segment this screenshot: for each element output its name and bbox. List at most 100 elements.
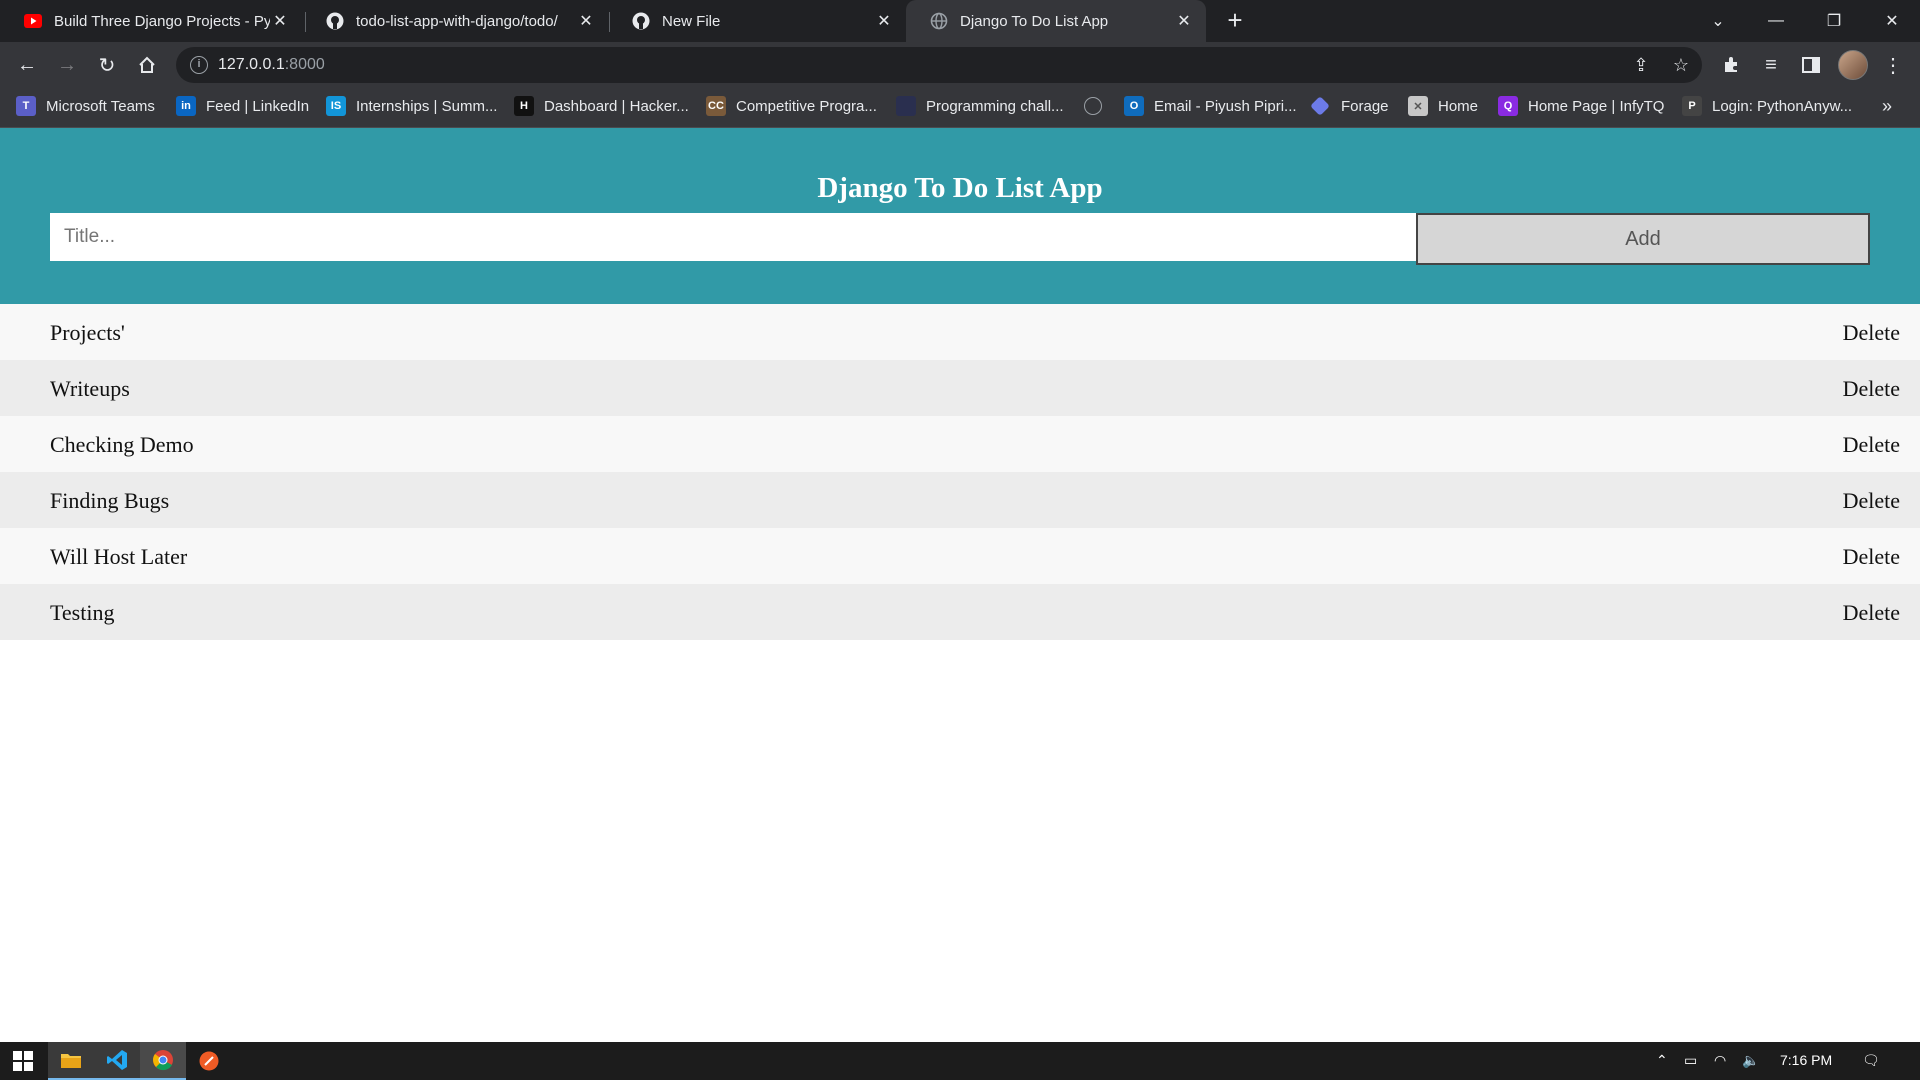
tab-github-todo[interactable]: todo-list-app-with-django/todo/ ✕ — [302, 0, 608, 42]
infytq-icon: Q — [1498, 96, 1518, 116]
delete-link[interactable]: Delete — [1843, 432, 1900, 458]
outlook-icon: O — [1124, 96, 1144, 116]
extensions-icon[interactable] — [1716, 50, 1746, 80]
bookmark-pythonanywhere[interactable]: P Login: PythonAnyw... — [1682, 88, 1852, 124]
todo-item: Projects' Delete — [0, 304, 1920, 360]
browser-toolbar: ← → ↻ i 127.0.0.1:8000 ⇪ ☆ ≡ ⋮ — [0, 42, 1920, 88]
site-info-icon[interactable]: i — [190, 56, 208, 74]
bookmark-label: Internships | Summ... — [356, 97, 498, 115]
tab-django-todo[interactable]: Django To Do List App ✕ — [906, 0, 1206, 42]
bookmark-label: Email - Piyush Pipri... — [1154, 97, 1297, 115]
bookmark-microsoft-teams[interactable]: T Microsoft Teams — [16, 88, 155, 124]
bookmark-forage[interactable]: Forage — [1310, 88, 1389, 124]
tab-close-icon[interactable]: ✕ — [576, 11, 596, 31]
file-explorer-icon[interactable] — [48, 1042, 94, 1080]
wifi-icon[interactable]: ◠ — [1714, 1052, 1726, 1069]
teams-icon: T — [16, 96, 36, 116]
todo-item: Finding Bugs Delete — [0, 472, 1920, 528]
delete-link[interactable]: Delete — [1843, 544, 1900, 570]
title-input[interactable] — [50, 213, 1416, 261]
delete-link[interactable]: Delete — [1843, 488, 1900, 514]
forward-icon[interactable]: → — [52, 50, 82, 80]
bookmark-outlook[interactable]: O Email - Piyush Pipri... — [1124, 88, 1297, 124]
tab-close-icon[interactable]: ✕ — [270, 11, 290, 31]
tab-strip: Build Three Django Projects - Pyt ✕ todo… — [0, 0, 1920, 42]
chrome-icon[interactable] — [140, 1042, 186, 1080]
menu-kebab-icon[interactable]: ⋮ — [1878, 50, 1908, 80]
bookmark-label: Dashboard | Hacker... — [544, 97, 689, 115]
share-icon[interactable]: ⇪ — [1630, 54, 1652, 76]
todo-title: Checking Demo — [50, 432, 194, 457]
todo-title: Projects' — [50, 320, 125, 345]
tab-title: New File — [662, 12, 721, 30]
delete-link[interactable]: Delete — [1843, 320, 1900, 346]
bookmark-star-icon[interactable]: ☆ — [1670, 54, 1692, 76]
todo-title: Will Host Later — [50, 544, 188, 569]
bookmark-label: Home Page | InfyTQ — [1528, 97, 1665, 115]
tab-title: Build Three Django Projects - Pyt — [54, 12, 270, 30]
tab-close-icon[interactable]: ✕ — [1174, 11, 1194, 31]
minimize-icon[interactable]: — — [1748, 0, 1804, 42]
bookmark-label: Home — [1438, 97, 1479, 115]
windows-start-icon[interactable] — [0, 1042, 46, 1080]
volume-icon[interactable]: 🔈 — [1742, 1052, 1759, 1069]
new-tab-icon[interactable]: + — [1222, 7, 1248, 34]
add-button[interactable]: Add — [1416, 213, 1870, 265]
url-text[interactable]: 127.0.0.1:8000 — [218, 56, 325, 74]
todo-title: Finding Bugs — [50, 488, 170, 513]
bookmarks-overflow-icon[interactable]: » — [1882, 96, 1892, 117]
reading-list-icon[interactable]: ≡ — [1756, 50, 1786, 80]
notifications-icon[interactable]: 🗨 — [1862, 1052, 1880, 1069]
bookmark-label: Programming chall... — [926, 97, 1064, 115]
address-bar[interactable]: i 127.0.0.1:8000 ⇪ ☆ — [176, 47, 1702, 83]
globe-icon — [1084, 97, 1102, 115]
reload-icon[interactable]: ↻ — [92, 50, 122, 80]
back-icon[interactable]: ← — [12, 50, 42, 80]
bookmark-hackerrank[interactable]: H Dashboard | Hacker... — [514, 88, 689, 124]
bookmark-label: Competitive Progra... — [736, 97, 877, 115]
codechef-icon: CC — [706, 96, 726, 116]
clock-time[interactable]: 7:16 PM — [1780, 1052, 1832, 1068]
tab-close-icon[interactable]: ✕ — [874, 11, 894, 31]
profile-avatar[interactable] — [1838, 50, 1868, 80]
home-icon[interactable] — [132, 50, 162, 80]
bookmark-label: Microsoft Teams — [46, 97, 155, 115]
home-bookmark-icon: ✕ — [1408, 96, 1428, 116]
battery-icon[interactable]: ▭ — [1684, 1052, 1697, 1069]
windows-taskbar: ⌃ ▭ ◠ 🔈 7:16 PM 🗨 — [0, 1042, 1920, 1080]
tab-new-file[interactable]: New File ✕ — [608, 0, 906, 42]
restore-icon[interactable]: ❐ — [1806, 0, 1862, 42]
bookmark-internshala[interactable]: IS Internships | Summ... — [326, 88, 497, 124]
bookmark-infytq[interactable]: Q Home Page | InfyTQ — [1498, 88, 1664, 124]
close-window-icon[interactable]: ✕ — [1864, 0, 1920, 42]
bookmark-label: Login: PythonAnyw... — [1712, 97, 1853, 115]
vscode-icon[interactable] — [94, 1042, 140, 1080]
app-header: Django To Do List App Add — [0, 128, 1920, 304]
globe-icon — [930, 12, 948, 30]
bookmark-label: Feed | LinkedIn — [206, 97, 310, 115]
tab-search-chevron-icon[interactable]: ⌄ — [1690, 0, 1746, 42]
side-panel-icon[interactable] — [1796, 50, 1826, 80]
bookmark-programming-challenges[interactable]: Programming chall... — [896, 88, 1064, 124]
url-host: 127.0.0.1 — [218, 56, 285, 73]
todo-title: Testing — [50, 600, 115, 625]
todo-item: Will Host Later Delete — [0, 528, 1920, 584]
page-title: Django To Do List App — [817, 172, 1103, 204]
bookmark-label: Forage — [1341, 97, 1389, 115]
hackerrank-icon: H — [514, 96, 534, 116]
postman-icon[interactable] — [186, 1042, 232, 1080]
tab-youtube[interactable]: Build Three Django Projects - Pyt ✕ — [0, 0, 302, 42]
internshala-icon: IS — [326, 96, 346, 116]
todo-title: Writeups — [50, 376, 130, 401]
tab-title: todo-list-app-with-django/todo/ — [356, 12, 558, 30]
delete-link[interactable]: Delete — [1843, 600, 1900, 626]
todo-item: Testing Delete — [0, 584, 1920, 640]
bookmark-linkedin[interactable]: in Feed | LinkedIn — [176, 88, 309, 124]
todo-list: Projects' Delete Writeups Delete Checkin… — [0, 304, 1920, 640]
bookmark-codechef[interactable]: CC Competitive Progra... — [706, 88, 877, 124]
bookmark-home[interactable]: ✕ Home — [1408, 88, 1478, 124]
bookmarks-bar: T Microsoft Teams in Feed | LinkedIn IS Int… — [0, 88, 1920, 128]
bookmark-globe[interactable] — [1084, 88, 1112, 124]
tray-overflow-icon[interactable]: ⌃ — [1656, 1052, 1668, 1069]
delete-link[interactable]: Delete — [1843, 376, 1900, 402]
